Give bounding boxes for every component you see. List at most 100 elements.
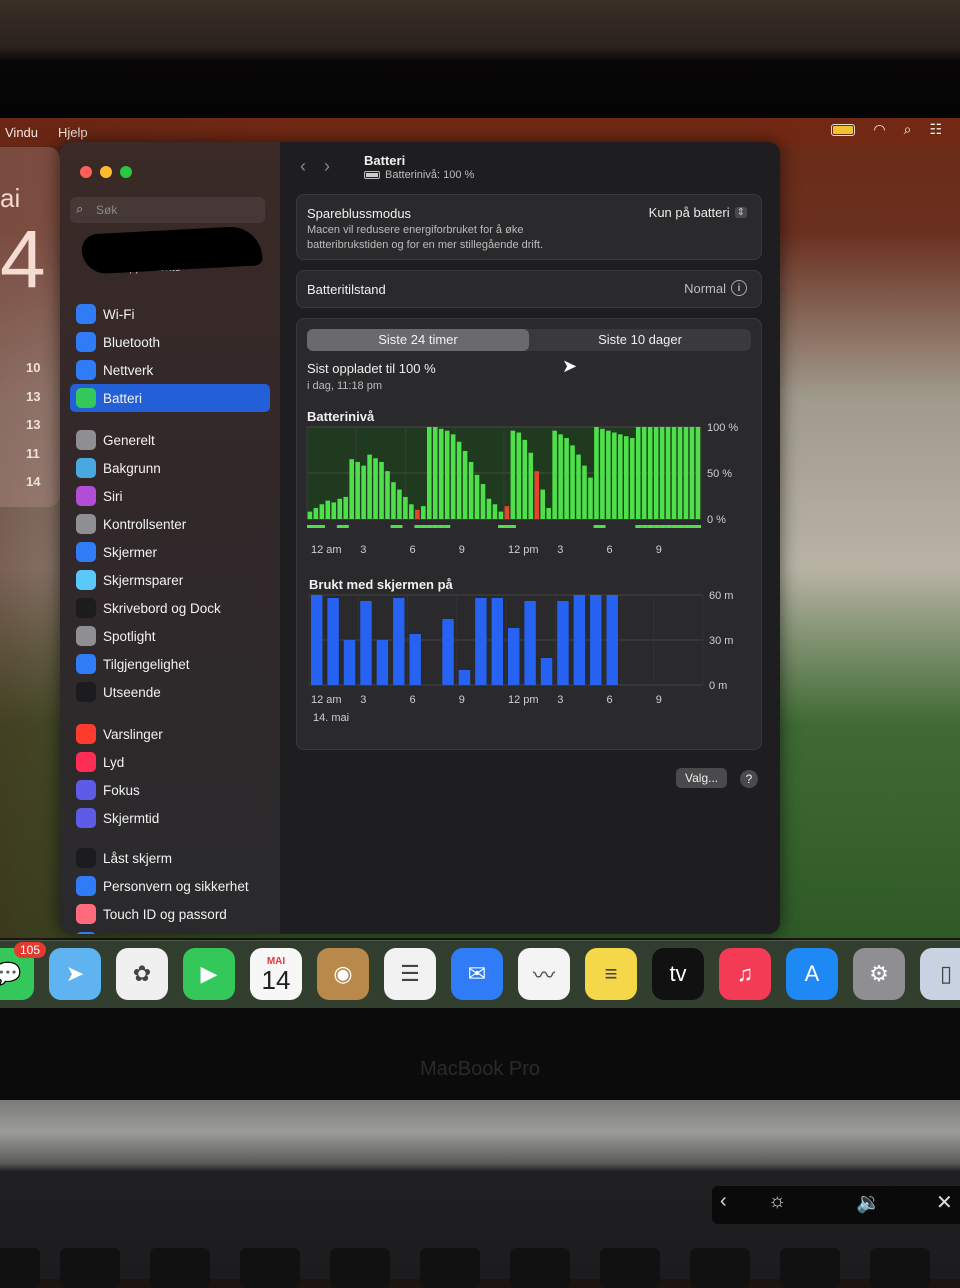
sidebar-item[interactable]: Fokus bbox=[70, 776, 270, 804]
screensaver-icon bbox=[76, 570, 96, 590]
zoom-button[interactable] bbox=[120, 166, 132, 178]
control-center-icon[interactable]: ☷ bbox=[929, 121, 942, 138]
music-icon[interactable]: ♫ bbox=[719, 948, 771, 1000]
sidebar-item[interactable]: Tilgjengelighet bbox=[70, 650, 270, 678]
sidebar-item[interactable]: Utseende bbox=[70, 678, 270, 706]
close-button[interactable] bbox=[80, 166, 92, 178]
screen-bar bbox=[557, 601, 569, 685]
sidebar-item-label: Skjermsparer bbox=[103, 572, 184, 588]
brightness-icon[interactable]: ☼ bbox=[768, 1190, 786, 1213]
minimize-button[interactable] bbox=[100, 166, 112, 178]
reminders-icon[interactable]: ☰ bbox=[384, 948, 436, 1000]
screen-bar bbox=[458, 670, 471, 685]
sidebar-item[interactable]: Lyd bbox=[70, 748, 270, 776]
freeform-icon[interactable]: 〰 bbox=[518, 948, 570, 1000]
touchbar-collapse-icon[interactable]: ‹ bbox=[720, 1190, 727, 1213]
maps-icon[interactable]: ➤ bbox=[49, 948, 101, 1000]
options-button[interactable]: Valg... bbox=[676, 768, 728, 788]
iphone-mirroring-icon[interactable]: ▯ bbox=[920, 948, 960, 1000]
battery-bar bbox=[498, 511, 504, 519]
power-mode-popup[interactable]: Kun på batteri ⇕ bbox=[649, 205, 747, 220]
appletv-icon[interactable]: tv bbox=[652, 948, 704, 1000]
sidebar-item[interactable]: Bakgrunn bbox=[70, 454, 270, 482]
x-tick-label: 6 bbox=[607, 694, 613, 706]
tab-last-10-days[interactable]: Siste 10 dager bbox=[529, 329, 751, 351]
chart-date-label: 14. mai bbox=[313, 712, 349, 724]
usage-history-card: Siste 24 timer Siste 10 dager Sist oppla… bbox=[296, 318, 762, 750]
key[interactable] bbox=[0, 1248, 40, 1288]
battery-bar bbox=[385, 471, 390, 519]
mail-icon[interactable]: ✉ bbox=[451, 948, 503, 1000]
sidebar-item[interactable]: Spotlight bbox=[70, 622, 270, 650]
battery-bar bbox=[492, 504, 498, 519]
key[interactable] bbox=[780, 1248, 840, 1288]
window-controls bbox=[80, 166, 132, 178]
battery-level-text: Batterinivå: 100 % bbox=[385, 169, 475, 181]
system-settings-icon[interactable]: ⚙ bbox=[853, 948, 905, 1000]
screen-bar bbox=[606, 595, 618, 685]
wallpaper-icon bbox=[76, 458, 96, 478]
info-icon[interactable]: i bbox=[731, 280, 747, 296]
photos-icon[interactable]: ✿ bbox=[116, 948, 168, 1000]
sidebar-item[interactable]: Brukere og grupper bbox=[70, 928, 270, 934]
battery-bar bbox=[612, 432, 617, 519]
battery-bar bbox=[415, 509, 420, 519]
key[interactable] bbox=[600, 1248, 660, 1288]
sidebar-item[interactable]: Skrivebord og Dock bbox=[70, 594, 270, 622]
battery-bar bbox=[331, 502, 337, 519]
sidebar-item[interactable]: Skjermer bbox=[70, 538, 270, 566]
tab-last-24-hours[interactable]: Siste 24 timer bbox=[307, 329, 529, 351]
menu-item-hjelp[interactable]: Hjelp bbox=[58, 125, 88, 140]
gear-icon bbox=[76, 430, 96, 450]
sidebar-item[interactable]: Skjermtid bbox=[70, 804, 270, 832]
sidebar-item[interactable]: Wi-Fi bbox=[70, 300, 270, 328]
back-forward: ‹› bbox=[300, 156, 348, 177]
sidebar-item[interactable]: Personvern og sikkerhet bbox=[70, 872, 270, 900]
notes-icon[interactable]: ≡ bbox=[585, 948, 637, 1000]
charging-segment bbox=[695, 525, 701, 528]
battery-bar bbox=[588, 477, 593, 519]
wifi-icon[interactable]: ◠ bbox=[873, 121, 885, 138]
sidebar-item[interactable]: Låst skjerm bbox=[70, 844, 270, 872]
key[interactable] bbox=[60, 1248, 120, 1288]
sidebar-item[interactable]: Kontrollsenter bbox=[70, 510, 270, 538]
battery-bar bbox=[397, 489, 402, 519]
help-button[interactable]: ? bbox=[740, 770, 758, 788]
mute-icon[interactable]: ✕ bbox=[936, 1190, 953, 1215]
chevron-left-icon[interactable]: ‹ bbox=[300, 156, 324, 176]
sidebar-item[interactable]: Skjermsparer bbox=[70, 566, 270, 594]
key[interactable] bbox=[690, 1248, 750, 1288]
battery-bar bbox=[522, 439, 528, 519]
key[interactable] bbox=[510, 1248, 570, 1288]
sidebar-item[interactable]: Siri bbox=[70, 482, 270, 510]
sidebar-item[interactable]: Batteri bbox=[70, 384, 270, 412]
sidebar-item[interactable]: Generelt bbox=[70, 426, 270, 454]
key[interactable] bbox=[870, 1248, 930, 1288]
key[interactable] bbox=[240, 1248, 300, 1288]
sidebar-item[interactable]: Touch ID og passord bbox=[70, 900, 270, 928]
appearance-icon bbox=[76, 682, 96, 702]
contacts-icon[interactable]: ◉ bbox=[317, 948, 369, 1000]
calendar-icon[interactable]: MAI 14 bbox=[250, 948, 302, 1000]
control-center-icon bbox=[76, 514, 96, 534]
calendar-widget: ai 4 10 13 13 11 14 bbox=[0, 147, 60, 507]
sidebar-item[interactable]: Varslinger bbox=[70, 720, 270, 748]
key[interactable] bbox=[330, 1248, 390, 1288]
battery-icon[interactable] bbox=[831, 123, 856, 136]
key[interactable] bbox=[150, 1248, 210, 1288]
last-charged-time: i dag, 11:18 pm bbox=[307, 380, 383, 392]
y-tick-label: 0 % bbox=[707, 514, 726, 526]
chevron-right-icon[interactable]: › bbox=[324, 156, 348, 176]
battery-bar bbox=[564, 438, 569, 519]
volume-icon[interactable]: 🔉 bbox=[856, 1190, 881, 1215]
sidebar-item[interactable]: Bluetooth bbox=[70, 328, 270, 356]
screen-bar bbox=[376, 640, 389, 685]
search-field[interactable]: ⌕ Søk bbox=[70, 197, 265, 223]
search-icon[interactable]: ⌕ bbox=[904, 121, 912, 138]
key[interactable] bbox=[420, 1248, 480, 1288]
menu-item-vindu[interactable]: Vindu bbox=[5, 125, 38, 140]
battery-bar bbox=[641, 427, 647, 519]
sidebar-item[interactable]: Nettverk bbox=[70, 356, 270, 384]
facetime-icon[interactable]: ▶ bbox=[183, 948, 235, 1000]
appstore-icon[interactable]: A bbox=[786, 948, 838, 1000]
